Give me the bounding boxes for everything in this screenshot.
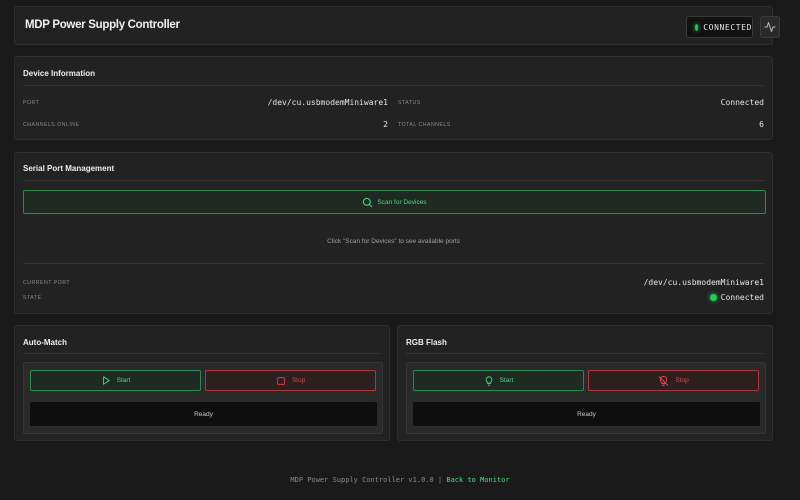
channels-online-value: 2 bbox=[383, 120, 388, 129]
channels-online-label: CHANNELS ONLINE bbox=[23, 122, 80, 128]
state-value-group: Connected bbox=[709, 293, 764, 302]
rgb-flash-start-button[interactable]: Start bbox=[413, 370, 584, 391]
status-dot-icon bbox=[709, 294, 717, 301]
auto-match-stop-button[interactable]: Stop bbox=[205, 370, 376, 391]
status-label: STATUS bbox=[398, 100, 421, 106]
state-value: Connected bbox=[720, 293, 764, 302]
port-value: /dev/cu.usbmodemMiniware1 bbox=[267, 98, 388, 107]
footer: MDP Power Supply Controller v1.0.0 | Bac… bbox=[0, 476, 800, 484]
auto-match-controls: Start Stop Ready bbox=[23, 362, 383, 434]
total-channels-value: 6 bbox=[759, 120, 764, 129]
status-dot-icon bbox=[695, 23, 699, 31]
auto-match-start-button[interactable]: Start bbox=[30, 370, 201, 391]
auto-match-panel: Auto-Match Start Stop Ready bbox=[14, 325, 390, 441]
search-icon bbox=[363, 197, 373, 207]
section-title: RGB Flash bbox=[406, 338, 447, 347]
current-port-label: CURRENT PORT bbox=[23, 280, 71, 286]
status-value: Connected bbox=[720, 98, 764, 107]
back-to-monitor-link[interactable]: Back to Monitor bbox=[446, 476, 509, 484]
app-header: MDP Power Supply Controller CONNECTED bbox=[14, 6, 780, 45]
start-label: Start bbox=[499, 377, 514, 384]
current-port-value: /dev/cu.usbmodemMiniware1 bbox=[643, 278, 764, 287]
start-label: Start bbox=[116, 377, 131, 384]
connection-badge: CONNECTED bbox=[686, 16, 753, 38]
app-title: MDP Power Supply Controller bbox=[25, 19, 180, 31]
monitor-button[interactable] bbox=[760, 16, 780, 38]
stop-icon bbox=[277, 376, 285, 385]
section-title: Serial Port Management bbox=[23, 164, 115, 173]
stop-label: Stop bbox=[675, 377, 689, 384]
divider bbox=[23, 263, 764, 264]
divider bbox=[23, 353, 381, 354]
scan-button-label: Scan for Devices bbox=[377, 198, 427, 206]
scan-hint-text: Click "Scan for Devices" to see availabl… bbox=[327, 238, 460, 245]
rgb-flash-controls: Start Stop Ready bbox=[406, 362, 766, 434]
auto-match-status: Ready bbox=[30, 402, 377, 426]
rgb-flash-status: Ready bbox=[413, 402, 760, 426]
device-information-panel: Device Information PORT /dev/cu.usbmodem… bbox=[14, 56, 773, 140]
rgb-flash-stop-button[interactable]: Stop bbox=[588, 370, 759, 391]
lightbulb-off-icon bbox=[659, 375, 669, 386]
lightbulb-icon bbox=[485, 375, 492, 386]
state-label: STATE bbox=[23, 295, 42, 301]
connection-label: CONNECTED bbox=[703, 22, 752, 32]
port-label: PORT bbox=[23, 100, 40, 106]
footer-text: MDP Power Supply Controller v1.0.0 | bbox=[290, 476, 447, 484]
serial-port-panel: Serial Port Management Scan for Devices … bbox=[14, 152, 773, 314]
divider bbox=[406, 353, 764, 354]
activity-icon bbox=[764, 22, 776, 32]
divider bbox=[23, 180, 764, 181]
section-title: Device Information bbox=[23, 69, 96, 78]
section-title: Auto-Match bbox=[23, 338, 67, 347]
divider bbox=[23, 85, 764, 86]
play-icon bbox=[102, 376, 110, 385]
scan-devices-button[interactable]: Scan for Devices bbox=[23, 190, 766, 214]
total-channels-label: TOTAL CHANNELS bbox=[398, 122, 451, 128]
rgb-flash-panel: RGB Flash Start Stop Ready bbox=[397, 325, 773, 441]
stop-label: Stop bbox=[291, 377, 306, 384]
